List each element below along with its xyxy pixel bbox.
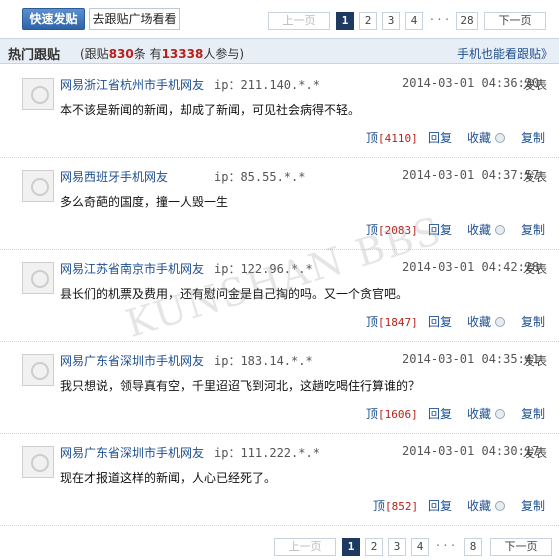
collect-button[interactable]: 收藏 — [467, 129, 506, 146]
collect-icon — [495, 317, 506, 327]
reply-button[interactable]: 回复 — [428, 129, 452, 146]
post-timestamp: 2014-03-01 04:42:28 — [402, 260, 540, 274]
reply-button[interactable]: 回复 — [428, 405, 452, 422]
upvote-button[interactable]: 顶[1847] — [366, 313, 418, 330]
post-content: 本不该是新闻的新闻，却成了新闻，可见社会病得不轻。 — [60, 103, 361, 117]
collect-button[interactable]: 收藏 — [467, 405, 506, 422]
upvote-count: [1847] — [378, 316, 418, 329]
upvote-button[interactable]: 顶[852] — [373, 497, 418, 514]
collect-icon — [495, 133, 506, 143]
collect-label: 收藏 — [467, 223, 492, 237]
hot-posts-header: 热门跟贴 (跟贴830条 有13338人参与) 手机也能看跟贴》 — [0, 38, 559, 64]
post-item: 网易广东省深圳市手机网友 ip：183.14.*.* 2014-03-01 04:3… — [0, 342, 559, 434]
post-username[interactable]: 网易广东省深圳市手机网友 — [60, 444, 204, 461]
post-timestamp: 2014-03-01 04:37:57 — [402, 168, 540, 182]
copy-button[interactable]: 复制 — [521, 405, 545, 422]
hot-posts-stats: (跟贴830条 有13338人参与) — [80, 47, 245, 61]
page-4-button[interactable]: 4 — [411, 538, 429, 556]
upvote-button[interactable]: 顶[4110] — [366, 129, 418, 146]
avatar[interactable] — [22, 354, 54, 386]
posts-count: 830 — [108, 47, 134, 61]
collect-label: 收藏 — [467, 499, 492, 513]
post-item: 网易广东省深圳市手机网友 ip：111.222.*.* 2014-03-01 04:… — [0, 434, 559, 526]
next-page-button[interactable]: 下一页 — [490, 538, 552, 556]
avatar[interactable] — [22, 446, 54, 478]
copy-button[interactable]: 复制 — [521, 221, 545, 238]
page-last-button[interactable]: 8 — [464, 538, 482, 556]
prev-page-button[interactable]: 上一页 — [274, 538, 336, 556]
post-publish-label: 发表 — [523, 170, 548, 184]
post-timestamp: 2014-03-01 04:36:30 — [402, 76, 540, 90]
collect-icon — [495, 225, 506, 235]
post-timestamp: 2014-03-01 04:30:17 — [402, 444, 540, 458]
pagination-bottom: 上一页 1 2 3 4 ··· 8 下一页 — [274, 538, 554, 556]
prev-page-button[interactable]: 上一页 — [268, 12, 330, 30]
upvote-count: [4110] — [378, 132, 418, 145]
mobile-view-link[interactable]: 手机也能看跟贴》 — [457, 45, 553, 62]
quick-post-button[interactable]: 快速发贴 — [22, 8, 85, 30]
next-page-button[interactable]: 下一页 — [484, 12, 546, 30]
page-3-button[interactable]: 3 — [382, 12, 400, 30]
upvote-count: [852] — [385, 500, 419, 513]
collect-button[interactable]: 收藏 — [467, 221, 506, 238]
avatar[interactable] — [22, 78, 54, 110]
collect-label: 收藏 — [467, 131, 492, 145]
page-1-button[interactable]: 1 — [336, 12, 354, 30]
upvote-label: 顶 — [366, 315, 379, 329]
avatar[interactable] — [22, 170, 54, 202]
collect-button[interactable]: 收藏 — [467, 497, 506, 514]
copy-button[interactable]: 复制 — [521, 129, 545, 146]
post-username[interactable]: 网易江苏省南京市手机网友 — [60, 260, 204, 277]
post-ip: ip：183.14.*.* — [214, 354, 313, 368]
collect-icon — [495, 501, 506, 511]
post-content: 我只想说，领导真有空，千里迢迢飞到河北，这趟吃喝住行算谁的？ — [60, 379, 421, 393]
page-2-button[interactable]: 2 — [359, 12, 377, 30]
pager-ellipsis: ··· — [432, 538, 460, 556]
upvote-count: [1606] — [378, 408, 418, 421]
upvote-label: 顶 — [366, 407, 379, 421]
hot-posts-title: 热门跟贴 — [8, 48, 61, 63]
users-count: 13338 — [161, 47, 204, 61]
post-ip: ip：85.55.*.* — [214, 170, 306, 184]
upvote-button[interactable]: 顶[1606] — [366, 405, 418, 422]
upvote-label: 顶 — [373, 499, 386, 513]
post-content: 多么奇葩的国度，撞一人毁一生 — [60, 195, 229, 209]
post-item: 网易浙江省杭州市手机网友 ip：211.140.*.* 2014-03-01 04:… — [0, 66, 559, 158]
reply-button[interactable]: 回复 — [428, 497, 452, 514]
post-publish-label: 发表 — [523, 354, 548, 368]
pagination-top: 上一页 1 2 3 4 ··· 28 下一页 — [268, 12, 549, 30]
page-1-button[interactable]: 1 — [342, 538, 360, 556]
top-toolbar: 快速发贴 去跟贴广场看看 上一页 1 2 3 4 ··· 28 下一页 — [0, 0, 559, 36]
copy-button[interactable]: 复制 — [521, 497, 545, 514]
post-ip: ip：111.222.*.* — [214, 446, 320, 460]
page-last-button[interactable]: 28 — [456, 12, 478, 30]
post-ip: ip：211.140.*.* — [214, 78, 320, 92]
post-username[interactable]: 网易西班牙手机网友 — [60, 168, 168, 185]
collect-button[interactable]: 收藏 — [467, 313, 506, 330]
post-username[interactable]: 网易广东省深圳市手机网友 — [60, 352, 204, 369]
reply-button[interactable]: 回复 — [428, 313, 452, 330]
copy-button[interactable]: 复制 — [521, 313, 545, 330]
page-2-button[interactable]: 2 — [365, 538, 383, 556]
page-3-button[interactable]: 3 — [388, 538, 406, 556]
pager-ellipsis: ··· — [426, 12, 454, 30]
page-4-button[interactable]: 4 — [405, 12, 423, 30]
post-publish-label: 发表 — [523, 446, 548, 460]
post-publish-label: 发表 — [523, 262, 548, 276]
post-username[interactable]: 网易浙江省杭州市手机网友 — [60, 76, 204, 93]
go-to-square-button[interactable]: 去跟贴广场看看 — [89, 8, 180, 30]
post-item: 网易西班牙手机网友 ip：85.55.*.* 2014-03-01 04:37:57… — [0, 158, 559, 250]
collect-icon — [495, 409, 506, 419]
post-content: 现在才报道这样的新闻，人心已经死了。 — [60, 471, 277, 485]
avatar[interactable] — [22, 262, 54, 294]
collect-label: 收藏 — [467, 315, 492, 329]
post-timestamp: 2014-03-01 04:35:41 — [402, 352, 540, 366]
post-publish-label: 发表 — [523, 78, 548, 92]
collect-label: 收藏 — [467, 407, 492, 421]
upvote-label: 顶 — [366, 131, 379, 145]
